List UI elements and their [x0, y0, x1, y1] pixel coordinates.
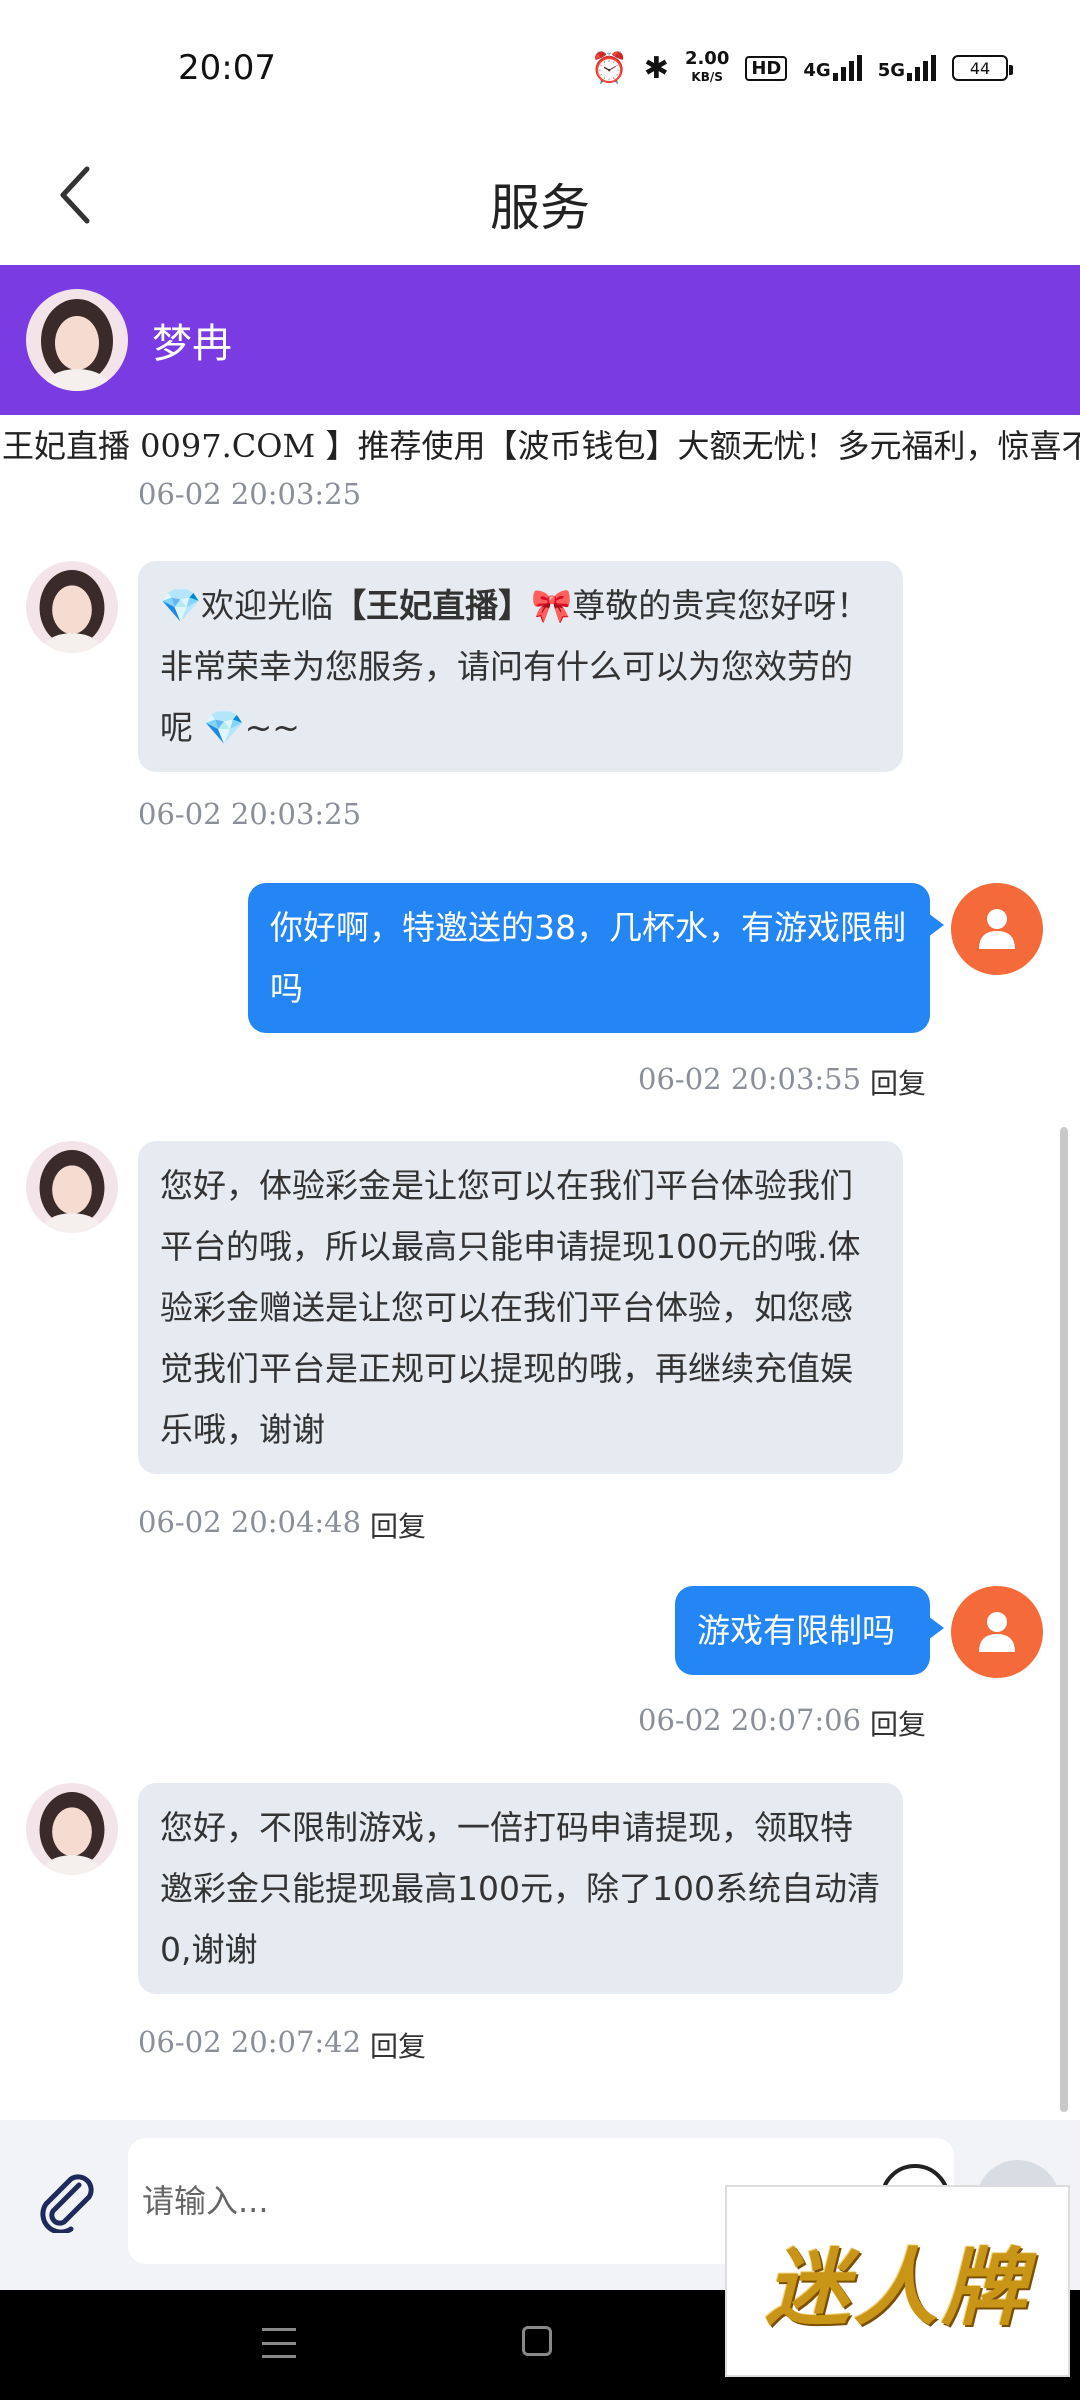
- status-time: 20:07: [178, 48, 276, 88]
- message-timestamp: 06-02 20:07:42: [138, 2025, 362, 2059]
- signal-icon: 4G: [803, 55, 862, 81]
- status-icons: ⏰ ✱ 2.00 KB/S HD 4G 5G 44: [590, 50, 1013, 86]
- bluetooth-icon: ✱: [643, 50, 669, 86]
- watermark-text: 迷人牌: [765, 2237, 1030, 2337]
- message-text-bold: 【王妃直播】: [333, 586, 532, 625]
- agent-avatar[interactable]: [26, 1141, 118, 1233]
- message-text: 欢迎光临: [201, 586, 334, 625]
- announcement-marquee: 王妃直播 0097.COM 】推荐使用【波币钱包】大额无忧！多元福利，惊喜不: [0, 415, 1080, 477]
- paperclip-icon: [40, 2174, 94, 2233]
- agent-message-bubble[interactable]: 您好，体验彩金是让您可以在我们平台体验我们平台的哦，所以最高只能申请提现100元…: [138, 1141, 903, 1474]
- scrollbar[interactable]: [1060, 1127, 1068, 2112]
- message-text: 你好啊，特邀送的38，几杯水，有游戏限制吗: [270, 908, 906, 1008]
- user-icon: [979, 1612, 1015, 1652]
- speed-unit: KB/S: [691, 70, 723, 84]
- user-icon: [979, 909, 1015, 949]
- network-speed: 2.00 KB/S: [685, 50, 729, 86]
- message-text: 游戏有限制吗: [697, 1611, 895, 1650]
- user-avatar[interactable]: [951, 883, 1043, 975]
- hd-badge: HD: [745, 55, 788, 81]
- page-title: 服务: [490, 179, 590, 237]
- reply-button[interactable]: 回复: [370, 2025, 426, 2065]
- message-timestamp: 06-02 20:03:25: [138, 477, 362, 511]
- signal-icon-2: 5G: [878, 55, 936, 81]
- diamond-icon: 💎: [203, 708, 245, 747]
- status-bar: 20:07 ⏰ ✱ 2.00 KB/S HD 4G 5G 44: [0, 0, 1080, 130]
- speed-value: 2.00: [684, 48, 730, 69]
- watermark-logo: 迷人牌: [725, 2185, 1070, 2377]
- network-type-2: 5G: [877, 60, 905, 81]
- home-icon[interactable]: [522, 2326, 552, 2356]
- message-timestamp: 06-02 20:03:25: [138, 797, 362, 831]
- reply-button[interactable]: 回复: [370, 1505, 426, 1545]
- reply-button[interactable]: 回复: [870, 1062, 926, 1102]
- agent-name: 梦冉: [152, 321, 232, 367]
- alarm-icon: ⏰: [590, 50, 628, 86]
- agent-avatar[interactable]: [26, 561, 118, 653]
- user-message-bubble[interactable]: 你好啊，特邀送的38，几杯水，有游戏限制吗: [248, 883, 944, 1033]
- message-timestamp: 06-02 20:04:48: [138, 1505, 362, 1539]
- agent-avatar[interactable]: [26, 1783, 118, 1875]
- agent-message-bubble[interactable]: 💎欢迎光临【王妃直播】🎀尊敬的贵宾您好呀！非常荣幸为您服务，请问有什么可以为您效…: [138, 561, 903, 772]
- agent-bar: 梦冉: [0, 265, 1080, 415]
- message-text: ~~: [244, 708, 300, 747]
- message-text: 您好，不限制游戏，一倍打码申请提现，领取特邀彩金只能提现最高100元，除了100…: [160, 1808, 880, 1969]
- network-type-1: 4G: [803, 60, 831, 81]
- ribbon-icon: 🎀: [531, 586, 573, 625]
- diamond-icon: 💎: [160, 586, 202, 625]
- agent-message-bubble[interactable]: 您好，不限制游戏，一倍打码申请提现，领取特邀彩金只能提现最高100元，除了100…: [138, 1783, 903, 1994]
- battery-icon: 44: [952, 55, 1013, 81]
- agent-avatar[interactable]: [26, 289, 128, 391]
- chat-area[interactable]: 06-02 20:03:25 💎欢迎光临【王妃直播】🎀尊敬的贵宾您好呀！非常荣幸…: [0, 477, 1080, 2120]
- message-text: 您好，体验彩金是让您可以在我们平台体验我们平台的哦，所以最高只能申请提现100元…: [160, 1166, 861, 1449]
- marquee-text: 王妃直播 0097.COM 】推荐使用【波币钱包】大额无忧！多元福利，惊喜不: [2, 427, 1080, 465]
- message-timestamp: 06-02 20:07:06: [638, 1703, 862, 1737]
- app-header: 服务: [0, 130, 1080, 265]
- battery-level: 44: [969, 58, 991, 78]
- menu-icon[interactable]: [262, 2328, 296, 2358]
- user-message-bubble[interactable]: 游戏有限制吗: [675, 1586, 944, 1675]
- attach-button[interactable]: [26, 2160, 106, 2240]
- message-timestamp: 06-02 20:03:55: [638, 1062, 862, 1096]
- user-avatar[interactable]: [951, 1586, 1043, 1678]
- reply-button[interactable]: 回复: [870, 1703, 926, 1743]
